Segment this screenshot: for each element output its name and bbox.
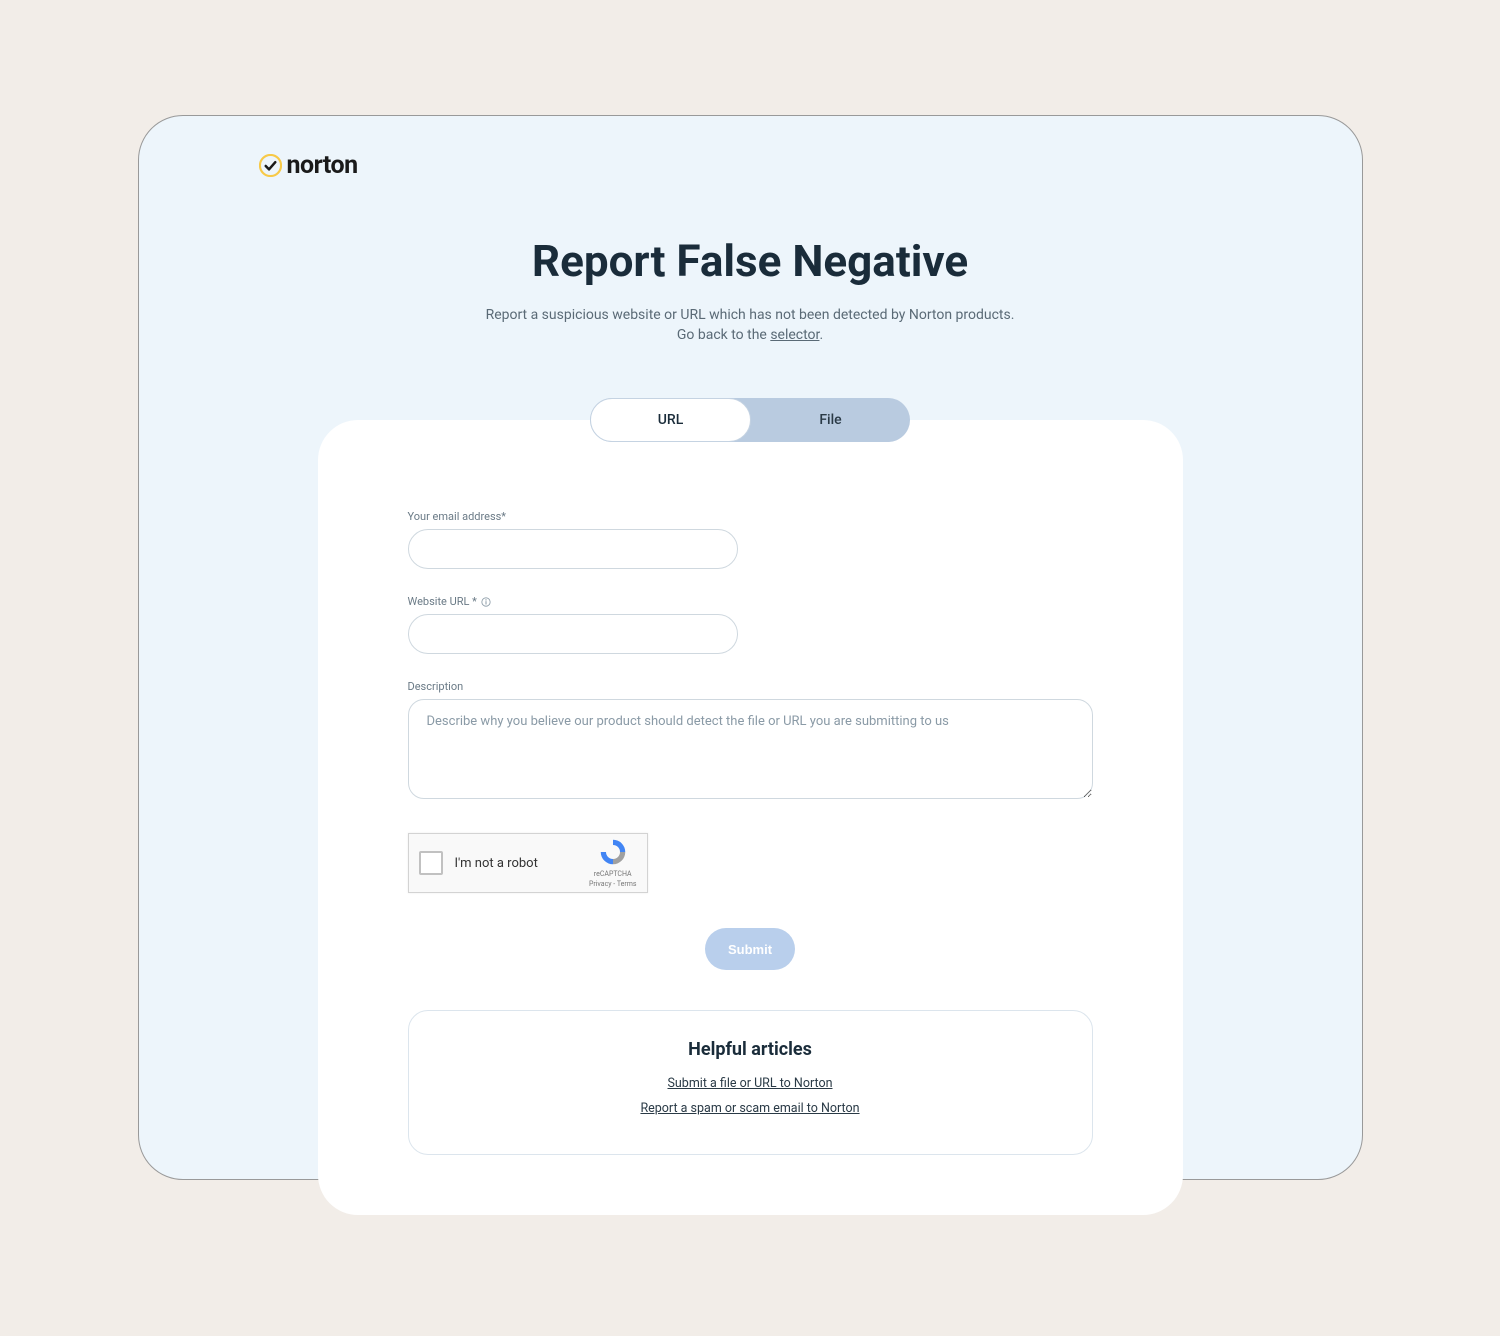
tabs-wrapper: URL File — [259, 398, 1242, 442]
email-label: Your email address* — [408, 510, 1093, 523]
helpful-title: Helpful articles — [437, 1039, 1064, 1060]
tab-file[interactable]: File — [751, 398, 910, 442]
norton-logo-icon — [259, 154, 282, 177]
description-field-group: Description — [408, 680, 1093, 803]
subtitle-suffix: . — [819, 327, 823, 343]
subtitle-line-2: Go back to the selector. — [259, 327, 1242, 343]
recaptcha-terms: Privacy - Terms — [589, 880, 637, 888]
form-card: Your email address* Website URL * Descri… — [318, 420, 1183, 1215]
helpful-link-1[interactable]: Submit a file or URL to Norton — [437, 1076, 1064, 1091]
recaptcha-label: I'm not a robot — [455, 856, 589, 871]
recaptcha-checkbox[interactable] — [419, 851, 443, 875]
helpful-link-2[interactable]: Report a spam or scam email to Norton — [437, 1101, 1064, 1116]
recaptcha-brand: reCAPTCHA — [594, 870, 632, 878]
description-textarea[interactable] — [408, 699, 1093, 799]
recaptcha-badge: reCAPTCHA Privacy - Terms — [589, 838, 637, 888]
selector-link[interactable]: selector — [770, 327, 819, 343]
recaptcha-logo-icon — [599, 838, 627, 868]
subtitle-line-1: Report a suspicious website or URL which… — [259, 307, 1242, 323]
description-label: Description — [408, 680, 1093, 693]
tabs: URL File — [590, 398, 910, 442]
helpful-articles-box: Helpful articles Submit a file or URL to… — [408, 1010, 1093, 1155]
logo-text: norton — [287, 151, 358, 180]
email-input[interactable] — [408, 529, 738, 569]
email-field-group: Your email address* — [408, 510, 1093, 569]
tab-url[interactable]: URL — [590, 398, 751, 442]
main-card: norton Report False Negative Report a su… — [138, 115, 1363, 1180]
url-label: Website URL * — [408, 595, 1093, 608]
logo: norton — [259, 151, 1242, 180]
subtitle-prefix: Go back to the — [677, 327, 770, 343]
recaptcha-widget: I'm not a robot reCAPTCHA Privacy - Term… — [408, 833, 648, 893]
submit-button[interactable]: Submit — [705, 928, 795, 970]
page-title: Report False Negative — [259, 235, 1242, 287]
url-label-text: Website URL * — [408, 595, 477, 608]
url-field-group: Website URL * — [408, 595, 1093, 654]
url-input[interactable] — [408, 614, 738, 654]
info-icon[interactable] — [481, 597, 491, 607]
